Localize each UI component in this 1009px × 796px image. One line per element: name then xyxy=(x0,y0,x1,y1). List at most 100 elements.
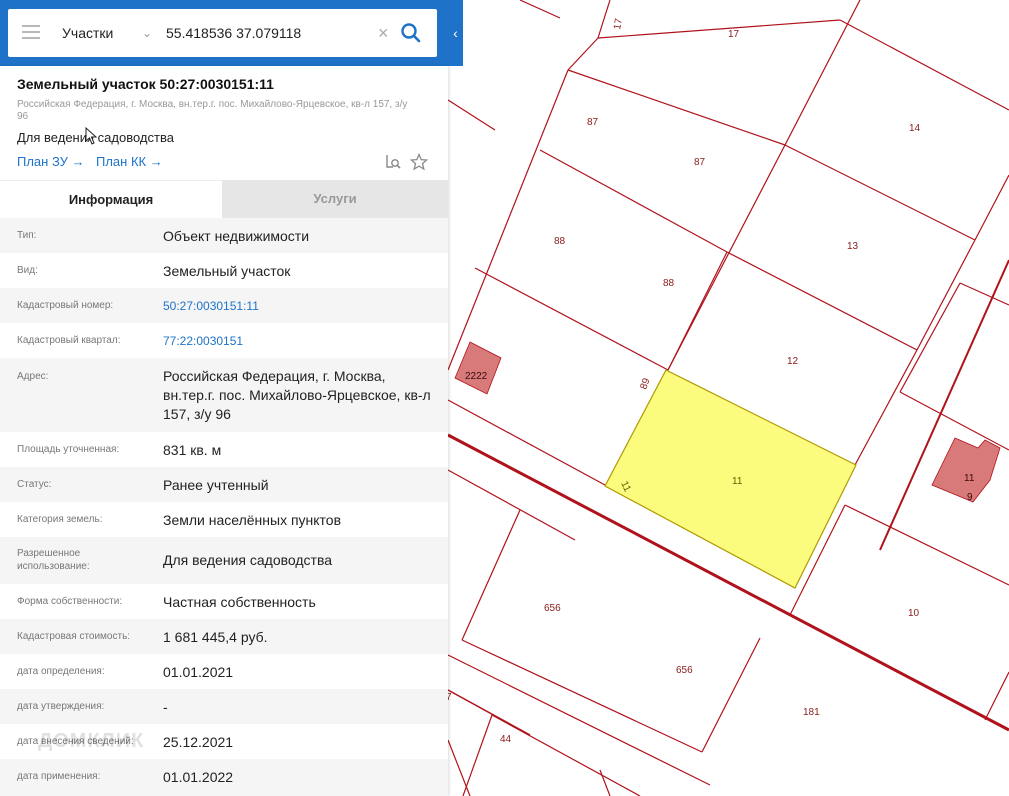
info-panel: Земельный участок 50:27:0030151:11 Росси… xyxy=(0,66,448,796)
property-value: 1 681 445,4 руб. xyxy=(163,629,268,645)
parcel-boundary xyxy=(984,671,1009,721)
property-row: Вид: Земельный участок xyxy=(0,253,448,288)
property-row: Разрешенное использование: Для ведения с… xyxy=(0,537,448,584)
property-row: Статус: Ранее учтенный xyxy=(0,467,448,502)
brand-watermark: ДОМКЛИК xyxy=(38,730,145,752)
search-type-select[interactable]: Участки xyxy=(62,9,113,57)
search-icon[interactable] xyxy=(400,22,422,44)
parcel-boundary xyxy=(447,739,471,796)
cadastral-quarter-link[interactable]: 77:22:0030151 xyxy=(163,332,433,351)
property-label: Площадь уточненная: xyxy=(17,444,120,455)
parcel-address: Российская Федерация, г. Москва, вн.тер.… xyxy=(17,99,408,122)
parcel-boundary xyxy=(567,69,786,146)
close-icon[interactable]: × xyxy=(378,23,389,43)
property-label: Кадастровый квартал: xyxy=(17,335,121,346)
star-icon[interactable] xyxy=(410,153,428,171)
property-row: дата определения: 01.01.2021 xyxy=(0,654,448,689)
parcel-boundary xyxy=(474,267,669,371)
property-label: Вид: xyxy=(17,265,38,276)
property-value: Ранее учтенный xyxy=(163,477,269,493)
property-value: Объект недвижимости xyxy=(163,228,310,244)
search-bar: Участки ⌄ × xyxy=(0,0,448,66)
parcel-boundary xyxy=(959,282,1009,306)
property-label: Разрешенное использование: xyxy=(17,548,90,572)
property-value: Российская Федерация, г. Москва, вн.тер.… xyxy=(163,368,431,422)
road-boundary xyxy=(879,259,1009,551)
search-box: Участки ⌄ × xyxy=(8,9,437,57)
map-label: 17 xyxy=(612,17,625,30)
property-value: - xyxy=(163,699,168,715)
building-2222[interactable] xyxy=(454,341,502,395)
tab-information[interactable]: Информация xyxy=(0,180,222,219)
parcel-boundary xyxy=(599,769,611,796)
map-label: 11 xyxy=(964,473,975,484)
parcel-boundary xyxy=(462,714,493,796)
parcel-boundary xyxy=(844,504,1009,586)
property-row: Площадь уточненная: 831 кв. м xyxy=(0,432,448,467)
property-value: 01.01.2021 xyxy=(163,664,234,680)
selected-parcel[interactable] xyxy=(604,369,857,589)
parcel-boundary xyxy=(726,251,918,351)
parcel-boundary xyxy=(447,399,606,486)
property-row: Форма собственности: Частная собственнос… xyxy=(0,584,448,619)
parcel-boundary xyxy=(667,144,786,371)
map-label: 12 xyxy=(787,356,799,367)
map-label: 44 xyxy=(500,734,512,745)
tab-services[interactable]: Услуги xyxy=(222,180,448,218)
find-on-map-icon[interactable] xyxy=(384,153,402,171)
parcel-boundary xyxy=(667,251,728,371)
mouse-cursor-icon xyxy=(85,127,97,145)
property-value: 01.01.2022 xyxy=(163,769,234,785)
property-label: дата определения: xyxy=(17,666,105,677)
property-value: 25.12.2021 xyxy=(163,734,234,750)
chevron-down-icon[interactable]: ⌄ xyxy=(142,9,152,57)
plan-kk-link[interactable]: План КК → xyxy=(96,154,163,169)
map-label: 10 xyxy=(908,608,920,619)
map-label: 17 xyxy=(728,29,740,40)
property-value: Земли населённых пунктов xyxy=(163,512,342,528)
parcel-boundary xyxy=(916,239,976,351)
property-label: дата утверждения: xyxy=(17,701,105,712)
map-label: 13 xyxy=(847,241,859,252)
property-label: Категория земель: xyxy=(17,514,103,525)
property-row: Кадастровый квартал: 77:22:0030151 xyxy=(0,323,448,358)
map-label: 88 xyxy=(663,278,675,289)
map-label: 9 xyxy=(967,492,973,503)
property-label: Адрес: xyxy=(17,371,49,382)
parcel-boundary xyxy=(447,69,569,371)
property-value: Для ведения садоводства xyxy=(163,552,333,568)
parcel-boundary xyxy=(461,639,703,753)
map-label: 89 xyxy=(638,376,652,391)
parcel-boundary xyxy=(597,0,611,39)
map-label: 87 xyxy=(694,157,706,168)
property-label: Тип: xyxy=(17,230,37,241)
map-label: 88 xyxy=(554,236,566,247)
cadastral-number-link[interactable]: 50:27:0030151:11 xyxy=(163,297,433,316)
property-value: Частная собственность xyxy=(163,594,316,610)
parcel-boundary xyxy=(839,19,1009,111)
map-label: 656 xyxy=(544,603,561,614)
property-label: Кадастровая стоимость: xyxy=(17,631,131,642)
search-input[interactable] xyxy=(166,21,371,45)
building-11[interactable] xyxy=(931,437,1001,503)
parcel-boundary xyxy=(854,349,918,466)
parcel-boundary xyxy=(701,637,761,753)
menu-icon[interactable] xyxy=(22,25,40,41)
road-boundary xyxy=(447,689,531,736)
property-row: Кадастровая стоимость: 1 681 445,4 руб. xyxy=(0,619,448,654)
map-label: 14 xyxy=(909,123,921,134)
property-row: дата применения: 01.01.2022 xyxy=(0,759,448,796)
property-row: Кадастровый номер: 50:27:0030151:11 xyxy=(0,288,448,323)
property-label: Форма собственности: xyxy=(17,596,123,607)
panel-tabs: Информация Услуги xyxy=(0,180,448,219)
property-row: Адрес: Российская Федерация, г. Москва, … xyxy=(0,358,448,432)
map-label: 656 xyxy=(676,665,693,676)
parcel-boundary xyxy=(461,509,521,641)
parcel-boundary xyxy=(447,654,711,786)
collapse-panel-button[interactable]: ‹ xyxy=(448,0,463,66)
parcel-boundary xyxy=(974,174,1009,241)
page-title: Земельный участок 50:27:0030151:11 xyxy=(17,76,274,92)
property-label: дата применения: xyxy=(17,771,101,782)
parcel-boundary xyxy=(597,19,841,39)
plan-zu-link[interactable]: План ЗУ → xyxy=(17,154,85,169)
